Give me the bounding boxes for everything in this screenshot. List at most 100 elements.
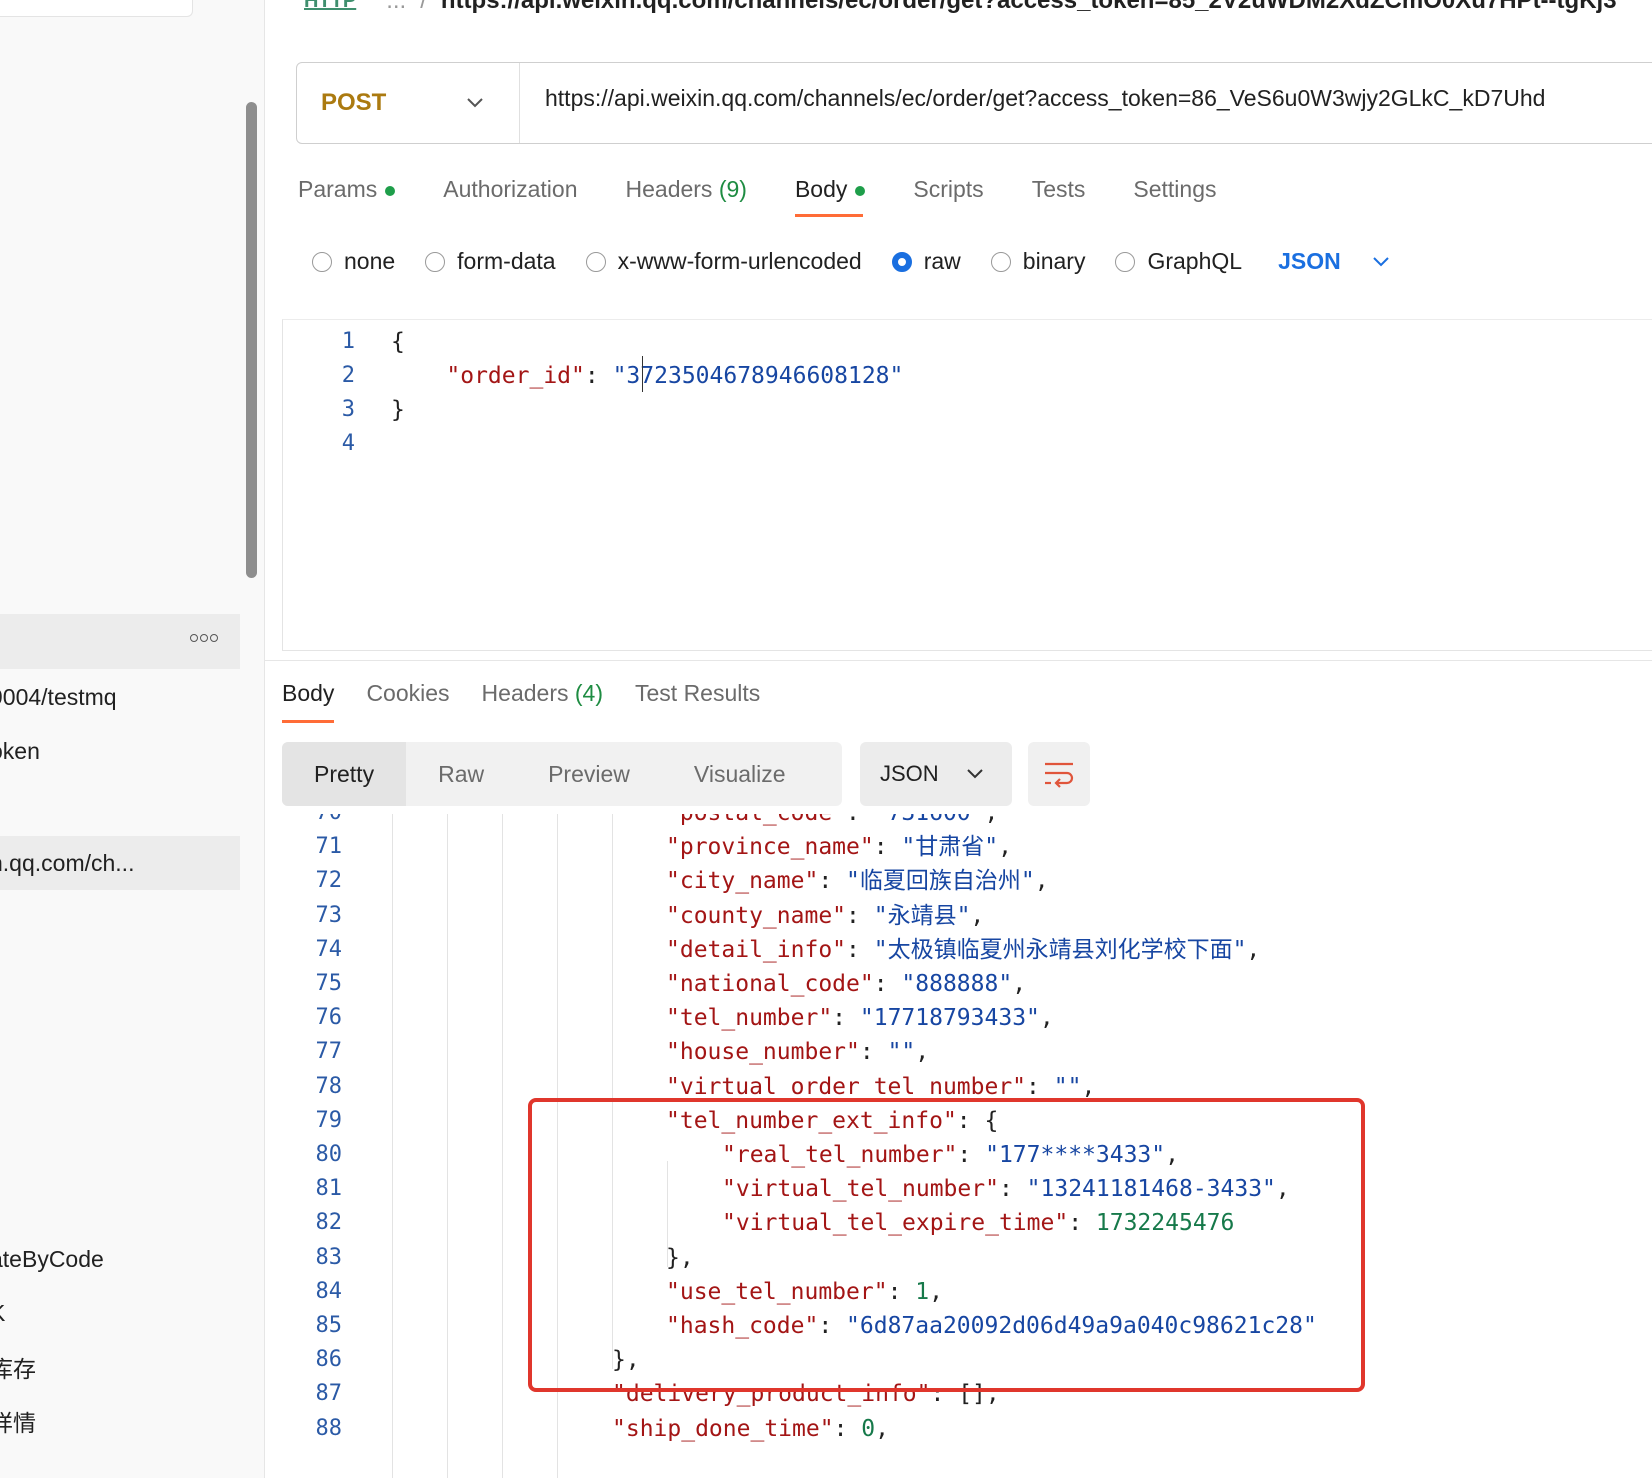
code-line: { — [391, 329, 405, 355]
tab-response-headers[interactable]: Headers (4) — [482, 680, 603, 707]
view-raw[interactable]: Raw — [406, 742, 516, 806]
line-number: 71 — [315, 834, 343, 860]
sidebar-item-create-by-code[interactable]: ateByCode — [0, 1232, 240, 1286]
line-number: 73 — [315, 902, 343, 928]
sidebar-item-detail[interactable]: 详情 — [0, 1396, 240, 1450]
tab-authorization-label: Authorization — [443, 176, 578, 202]
radio-binary-label: binary — [1022, 248, 1086, 274]
json-punctuation: , — [875, 1415, 889, 1442]
tab-test-results[interactable]: Test Results — [635, 680, 760, 707]
body-type-options: none form-data x-www-form-urlencoded raw… — [312, 248, 1391, 275]
line-number: 76 — [315, 1005, 343, 1031]
sidebar-item-k[interactable]: K — [0, 1286, 240, 1340]
radio-circle — [1115, 251, 1136, 272]
wrap-lines-icon — [1045, 762, 1074, 788]
body-language-select[interactable]: JSON — [1278, 248, 1391, 275]
view-preview[interactable]: Preview — [516, 742, 662, 806]
method-label: POST — [321, 89, 387, 116]
radio-urlencoded[interactable]: x-www-form-urlencoded — [585, 248, 862, 275]
annotation-highlight-box — [528, 1098, 1365, 1392]
body-indicator-dot — [855, 185, 866, 196]
response-format-select[interactable]: JSON — [860, 742, 1012, 806]
json-punctuation: , — [1039, 1005, 1054, 1032]
url-input[interactable]: https://api.weixin.qq.com/channels/ec/or… — [545, 85, 1545, 112]
tab-cookies[interactable]: Cookies — [366, 680, 449, 707]
line-number: 4 — [341, 431, 355, 456]
radio-graphql-label: GraphQL — [1147, 248, 1243, 274]
radio-none[interactable]: none — [312, 248, 395, 275]
json-value: "731600" — [874, 814, 985, 826]
json-key: "virtual_order_tel_number" — [666, 1073, 1027, 1100]
more-horizontal-icon[interactable] — [190, 634, 218, 642]
response-format-label: JSON — [880, 761, 939, 786]
tab-headers[interactable]: Headers (9) — [626, 176, 747, 203]
radio-graphql[interactable]: GraphQL — [1115, 248, 1242, 275]
sidebar-search-box[interactable] — [0, 0, 193, 17]
code-line: "city_name": "临夏回族自治州", — [666, 868, 1049, 895]
radio-circle — [425, 251, 446, 272]
json-punctuation: , — [985, 814, 999, 826]
request-body-editor[interactable]: 1 2 3 4 { "order_id": "37235046789466081… — [282, 319, 1652, 651]
line-number: 87 — [315, 1381, 343, 1407]
tab-response-body-label: Body — [282, 680, 335, 706]
code-line: "national_code": "888888", — [666, 971, 1027, 997]
json-punctuation: , — [1034, 868, 1049, 895]
sidebar-item-order-get[interactable]: n.qq.com/ch... — [0, 836, 240, 890]
breadcrumb-separator: / — [420, 0, 427, 14]
tab-test-results-label: Test Results — [635, 680, 761, 706]
active-tab-underline — [794, 214, 864, 217]
tab-tests[interactable]: Tests — [1032, 176, 1086, 203]
response-divider[interactable] — [264, 660, 1652, 661]
json-key: "tel_number" — [666, 1005, 833, 1032]
json-colon: : — [584, 363, 613, 389]
indent-guide — [392, 814, 393, 1478]
tab-authorization[interactable]: Authorization — [443, 176, 577, 203]
line-number: 84 — [315, 1278, 343, 1304]
sidebar-item-token[interactable]: oken — [0, 724, 240, 778]
json-value: "" — [1053, 1073, 1082, 1100]
json-key: "province_name" — [666, 834, 874, 861]
radio-form-data-label: form-data — [457, 248, 556, 274]
view-pretty[interactable]: Pretty — [282, 742, 407, 806]
indent-guide — [447, 814, 448, 1478]
wrap-lines-button[interactable] — [1028, 742, 1090, 806]
tab-params-label: Params — [298, 176, 378, 202]
code-line: "province_name": "甘肃省", — [666, 834, 1012, 861]
code-line: "county_name": "永靖县", — [666, 902, 985, 929]
radio-raw[interactable]: raw — [891, 248, 961, 275]
line-number: 81 — [315, 1176, 343, 1202]
breadcrumb-request-name[interactable]: https://api.weixin.qq.com/channels/ec/or… — [441, 0, 1617, 15]
sidebar-item-stock[interactable]: 库存 — [0, 1342, 240, 1396]
tab-settings[interactable]: Settings — [1133, 176, 1216, 203]
radio-circle — [585, 251, 606, 272]
breadcrumb-ellipsis[interactable]: ... — [386, 0, 406, 15]
sidebar-item-testmq[interactable]: 9004/testmq — [0, 670, 240, 724]
radio-binary[interactable]: binary — [990, 248, 1086, 275]
response-headers-count: (4) — [574, 680, 603, 706]
json-value: "永靖县" — [873, 902, 971, 929]
json-key: "detail_info" — [666, 936, 847, 963]
collection-header-row[interactable] — [0, 614, 240, 669]
json-punctuation: , — [998, 834, 1012, 861]
sidebar-scrollbar[interactable] — [246, 102, 257, 578]
radio-form-data[interactable]: form-data — [425, 248, 556, 275]
method-select[interactable]: POST — [297, 63, 520, 143]
json-key: "house_number" — [666, 1039, 860, 1066]
json-punctuation: , — [1012, 971, 1027, 997]
json-key: "county_name" — [666, 902, 847, 929]
code-line: } — [391, 397, 405, 423]
line-number: 3 — [341, 397, 355, 422]
tab-body[interactable]: Body — [794, 176, 866, 217]
tab-settings-label: Settings — [1133, 176, 1217, 202]
tab-body-label: Body — [794, 176, 848, 202]
request-tabs: Params Authorization Headers (9) Body Sc… — [298, 176, 1264, 217]
response-body-viewer[interactable]: 70"postal_code": "731600",71"province_na… — [282, 814, 1652, 1478]
tab-scripts[interactable]: Scripts — [913, 176, 983, 203]
radio-circle-selected — [891, 251, 912, 272]
tab-response-body[interactable]: Body — [282, 680, 335, 723]
text-cursor — [642, 356, 643, 392]
tab-params[interactable]: Params — [298, 176, 396, 203]
radio-circle — [990, 251, 1011, 272]
view-visualize[interactable]: Visualize — [662, 742, 818, 806]
code-line: "detail_info": "太极镇临夏州永靖县刘化学校下面", — [666, 936, 1261, 963]
